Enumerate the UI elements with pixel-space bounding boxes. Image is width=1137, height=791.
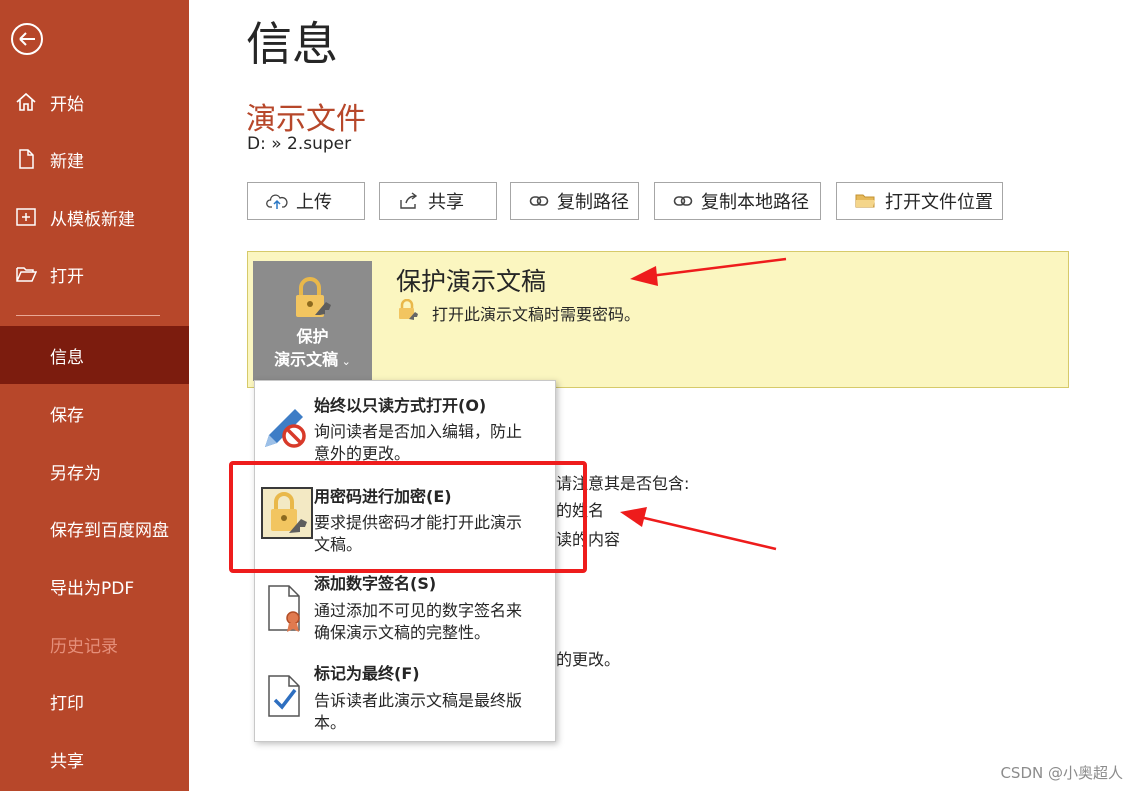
annotation-arrow-icon — [620, 507, 777, 551]
annotation-arrows — [620, 257, 787, 551]
watermark: CSDN @小奥超人 — [1000, 764, 1123, 782]
annotation-arrow-icon — [630, 257, 787, 286]
